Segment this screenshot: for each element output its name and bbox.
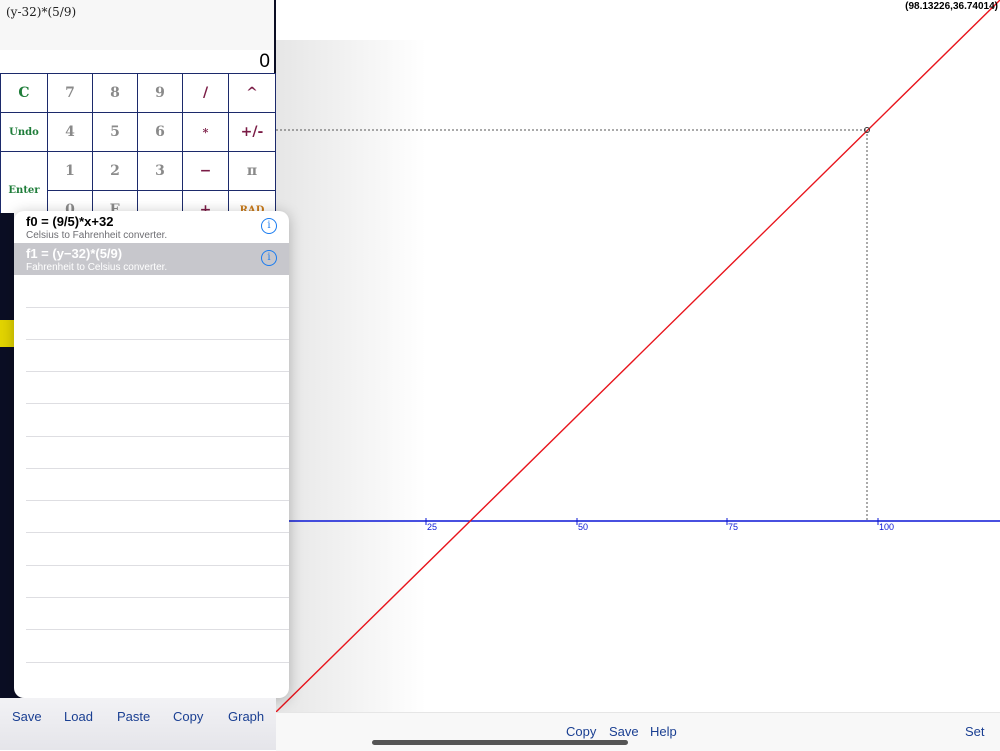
graph-copy-button[interactable]: Copy bbox=[566, 724, 596, 739]
row-separator bbox=[26, 532, 289, 533]
expression-text: (y-32)*(5/9) bbox=[6, 5, 77, 19]
function-description: Fahrenheit to Celsius converter. bbox=[26, 262, 168, 273]
x-tick-label: 75 bbox=[728, 522, 738, 532]
row-separator bbox=[26, 500, 289, 501]
info-icon[interactable]: i bbox=[261, 218, 277, 234]
minus-key[interactable]: − bbox=[182, 151, 229, 191]
function-formula: f1 = (y−32)*(5/9) bbox=[26, 246, 123, 261]
function-list-item[interactable]: f1 = (y−32)*(5/9) Fahrenheit to Celsius … bbox=[14, 243, 289, 275]
row-separator bbox=[26, 629, 289, 630]
key-3[interactable]: 3 bbox=[137, 151, 183, 191]
row-separator bbox=[26, 307, 289, 308]
graph-toolbar: Copy Save Help Set bbox=[276, 712, 1000, 751]
row-separator bbox=[26, 403, 289, 404]
copy-button[interactable]: Copy bbox=[173, 709, 203, 724]
key-6[interactable]: 6 bbox=[137, 112, 183, 152]
expression-area[interactable]: (y-32)*(5/9) bbox=[0, 0, 274, 50]
pi-key[interactable]: π bbox=[228, 151, 276, 191]
clear-key[interactable]: C bbox=[0, 73, 48, 113]
graph-button[interactable]: Graph bbox=[228, 709, 264, 724]
key-2[interactable]: 2 bbox=[92, 151, 138, 191]
set-button[interactable]: Set bbox=[965, 724, 985, 739]
key-7[interactable]: 7 bbox=[47, 73, 93, 113]
plus-minus-key[interactable]: +/- bbox=[228, 112, 276, 152]
highlight-marker bbox=[0, 320, 14, 347]
result-display: 0 bbox=[0, 50, 274, 73]
x-tick-labels: 25 50 75 100 bbox=[427, 522, 894, 532]
popover-shadow bbox=[276, 40, 426, 712]
row-separator bbox=[26, 436, 289, 437]
graph-canvas[interactable]: 25 50 75 100 (98.13226,36.74014) bbox=[276, 0, 1000, 712]
multiply-key[interactable]: * bbox=[182, 112, 229, 152]
key-8[interactable]: 8 bbox=[92, 73, 138, 113]
row-separator bbox=[26, 468, 289, 469]
key-9[interactable]: 9 bbox=[137, 73, 183, 113]
power-key[interactable]: ^ bbox=[228, 73, 276, 113]
row-separator bbox=[26, 565, 289, 566]
row-separator bbox=[26, 662, 289, 663]
divide-key[interactable]: / bbox=[182, 73, 229, 113]
key-5[interactable]: 5 bbox=[92, 112, 138, 152]
function-list-item[interactable]: f0 = (9/5)*x+32 Celsius to Fahrenheit co… bbox=[14, 211, 289, 243]
function-list-popover: f0 = (9/5)*x+32 Celsius to Fahrenheit co… bbox=[14, 211, 289, 698]
row-separator bbox=[26, 597, 289, 598]
calculator-toolbar: Save Load Paste Copy Graph bbox=[0, 698, 276, 750]
undo-key[interactable]: Undo bbox=[0, 112, 48, 152]
paste-button[interactable]: Paste bbox=[117, 709, 150, 724]
x-tick-label: 25 bbox=[427, 522, 437, 532]
load-button[interactable]: Load bbox=[64, 709, 93, 724]
help-button[interactable]: Help bbox=[650, 724, 677, 739]
x-tick-label: 50 bbox=[578, 522, 588, 532]
coordinate-readout: (98.13226,36.74014) bbox=[905, 1, 998, 12]
keypad: C 7 8 9 / ^ Undo 4 5 6 * +/- Enter 1 2 3… bbox=[0, 73, 276, 230]
key-4[interactable]: 4 bbox=[47, 112, 93, 152]
graph-svg: 25 50 75 100 bbox=[276, 0, 1000, 712]
row-separator bbox=[26, 339, 289, 340]
dark-background bbox=[0, 213, 14, 698]
x-tick-label: 100 bbox=[879, 522, 894, 532]
row-separator bbox=[26, 371, 289, 372]
key-1[interactable]: 1 bbox=[47, 151, 93, 191]
display-value: 0 bbox=[259, 51, 270, 72]
function-formula: f0 = (9/5)*x+32 bbox=[26, 214, 114, 229]
home-indicator bbox=[372, 740, 628, 745]
graph-save-button[interactable]: Save bbox=[609, 724, 639, 739]
save-button[interactable]: Save bbox=[12, 709, 42, 724]
function-description: Celsius to Fahrenheit converter. bbox=[26, 230, 168, 241]
info-icon[interactable]: i bbox=[261, 250, 277, 266]
